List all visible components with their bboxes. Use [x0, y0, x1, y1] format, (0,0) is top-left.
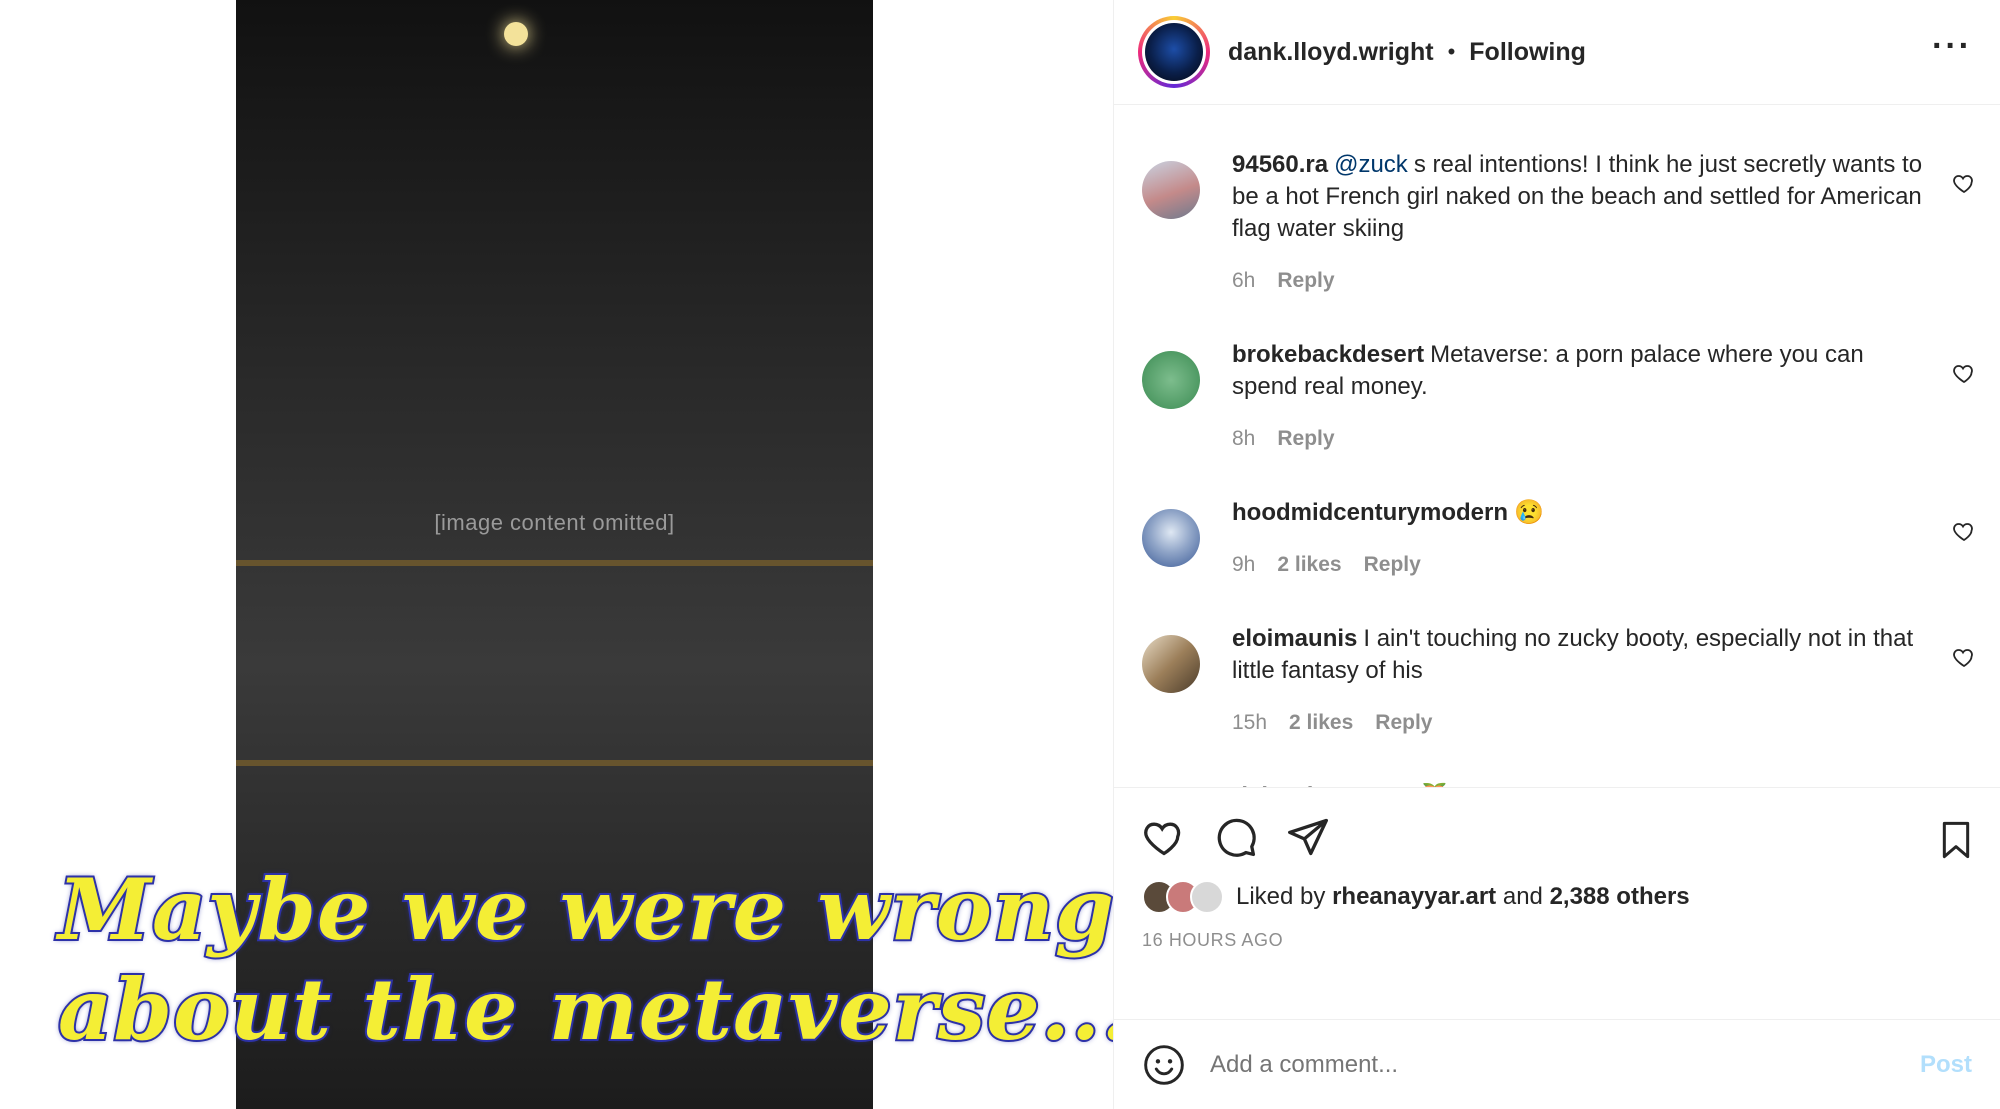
save-bookmark-icon[interactable] — [1936, 818, 1976, 862]
comment-reply-button[interactable]: Reply — [1277, 269, 1334, 293]
post-side-panel: dank.lloyd.wright • Following ··· 94560.… — [1113, 0, 2000, 1109]
commenter-avatar[interactable] — [1142, 509, 1200, 567]
liked-by-user-link[interactable]: rheanayyar.art — [1332, 883, 1496, 910]
comment-body: eloimaunis I ain't touching no zucky boot… — [1232, 623, 1932, 735]
comment-time[interactable]: 8h — [1232, 427, 1255, 451]
action-icons-row — [1142, 812, 1976, 862]
caption-line-2: about the metaverse... — [56, 958, 1113, 1061]
comment-time[interactable]: 9h — [1232, 553, 1255, 577]
author-username[interactable]: dank.lloyd.wright — [1228, 38, 1434, 67]
add-comment-bar: Post — [1114, 1019, 2000, 1109]
comment-meta: 15h 2 likes Reply — [1232, 711, 1932, 735]
comment-item: hoodmidcenturymodern 😢 9h 2 likes Reply — [1114, 497, 2000, 577]
comment-like-heart-icon[interactable] — [1952, 519, 1976, 543]
post-header: dank.lloyd.wright • Following ··· — [1114, 0, 2000, 105]
comment-body: hoodmidcenturymodern 😢 9h 2 likes Reply — [1232, 497, 1932, 577]
likes-count-link[interactable]: 2,388 others — [1550, 883, 1690, 910]
liker-avatar — [1190, 880, 1224, 914]
comment-text: brokebackdesert Metaverse: a porn palace … — [1232, 339, 1932, 403]
commenter-avatar[interactable] — [1142, 161, 1200, 219]
comment-item: 94560.ra @zuck s real intentions! I think … — [1114, 149, 2000, 293]
liker-avatars[interactable] — [1142, 880, 1224, 914]
comment-username[interactable]: eloimaunis — [1232, 625, 1357, 652]
comment-meta: 9h 2 likes Reply — [1232, 553, 1932, 577]
liked-by-row: Liked by rheanayyar.art and 2,388 others — [1142, 880, 1976, 914]
caption-line-1: Maybe we were wrong — [56, 858, 1113, 961]
comment-like-heart-icon[interactable] — [1952, 645, 1976, 669]
comment-body: 94560.ra @zuck s real intentions! I think … — [1232, 149, 1932, 293]
comment-text: eloimaunis I ain't touching no zucky boot… — [1232, 623, 1932, 687]
comment-mention[interactable]: @zuck — [1334, 151, 1408, 178]
instagram-post-view: [image content omitted] Maybe we were wr… — [0, 0, 2000, 1109]
post-media-area: [image content omitted] Maybe we were wr… — [0, 0, 1113, 1109]
comment-likes-count[interactable]: 2 likes — [1277, 553, 1341, 577]
post-timestamp[interactable]: 16 HOURS AGO — [1142, 930, 1976, 951]
add-comment-input[interactable] — [1210, 1050, 1810, 1079]
comment-like-heart-icon[interactable] — [1952, 171, 1976, 195]
comment-username[interactable]: hoodmidcenturymodern — [1232, 499, 1508, 526]
media-placeholder-note: [image content omitted] — [434, 510, 675, 536]
comment-reply-button[interactable]: Reply — [1277, 427, 1334, 451]
comment-reply-button[interactable]: Reply — [1375, 711, 1432, 735]
liked-by-text: Liked by rheanayyar.art and 2,388 others — [1236, 883, 1690, 911]
stage-step-line — [236, 760, 873, 766]
comment-item: brokebackdesert Metaverse: a porn palace … — [1114, 339, 2000, 451]
commenter-avatar[interactable] — [1142, 635, 1200, 693]
more-horizontal-icon[interactable]: ··· — [1932, 29, 1972, 63]
comment-item: eloimaunis I ain't touching no zucky boot… — [1114, 623, 2000, 735]
ceiling-light — [504, 22, 528, 46]
post-caption-overlay: Maybe we were wrong about the metaverse.… — [56, 858, 1113, 1061]
following-button[interactable]: Following — [1469, 38, 1586, 67]
comments-list[interactable]: 94560.ra @zuck s real intentions! I think … — [1114, 105, 2000, 787]
like-heart-icon[interactable] — [1142, 815, 1186, 859]
avatar-ring-inner — [1142, 20, 1206, 84]
comment-like-heart-icon[interactable] — [1952, 361, 1976, 385]
comment-time[interactable]: 15h — [1232, 711, 1267, 735]
comment-text: 94560.ra @zuck s real intentions! I think … — [1232, 149, 1932, 245]
comment-meta: 8h Reply — [1232, 427, 1932, 451]
liked-by-prefix: Liked by — [1236, 883, 1326, 910]
comment-username[interactable]: 94560.ra — [1232, 151, 1328, 178]
post-action-bar: Liked by rheanayyar.art and 2,388 others… — [1114, 787, 2000, 1019]
comment-username[interactable]: brokebackdesert — [1232, 341, 1424, 368]
share-paper-plane-icon[interactable] — [1286, 815, 1330, 859]
stage-step-line — [236, 560, 873, 566]
post-comment-button[interactable]: Post — [1920, 1051, 1972, 1079]
author-avatar-image — [1145, 23, 1203, 81]
commenter-avatar[interactable] — [1142, 351, 1200, 409]
comment-emoji: 😢 — [1514, 499, 1544, 526]
emoji-smiley-icon[interactable] — [1142, 1043, 1186, 1087]
comment-bubble-icon[interactable] — [1214, 815, 1258, 859]
author-avatar[interactable] — [1138, 16, 1210, 88]
header-separator: • — [1447, 39, 1456, 64]
comment-body: brokebackdesert Metaverse: a porn palace … — [1232, 339, 1932, 451]
liked-by-and: and — [1502, 883, 1543, 910]
comment-likes-count[interactable]: 2 likes — [1289, 711, 1353, 735]
comment-reply-button[interactable]: Reply — [1364, 553, 1421, 577]
comment-text: hoodmidcenturymodern 😢 — [1232, 497, 1932, 529]
comment-time[interactable]: 6h — [1232, 269, 1255, 293]
comment-meta: 6h Reply — [1232, 269, 1932, 293]
